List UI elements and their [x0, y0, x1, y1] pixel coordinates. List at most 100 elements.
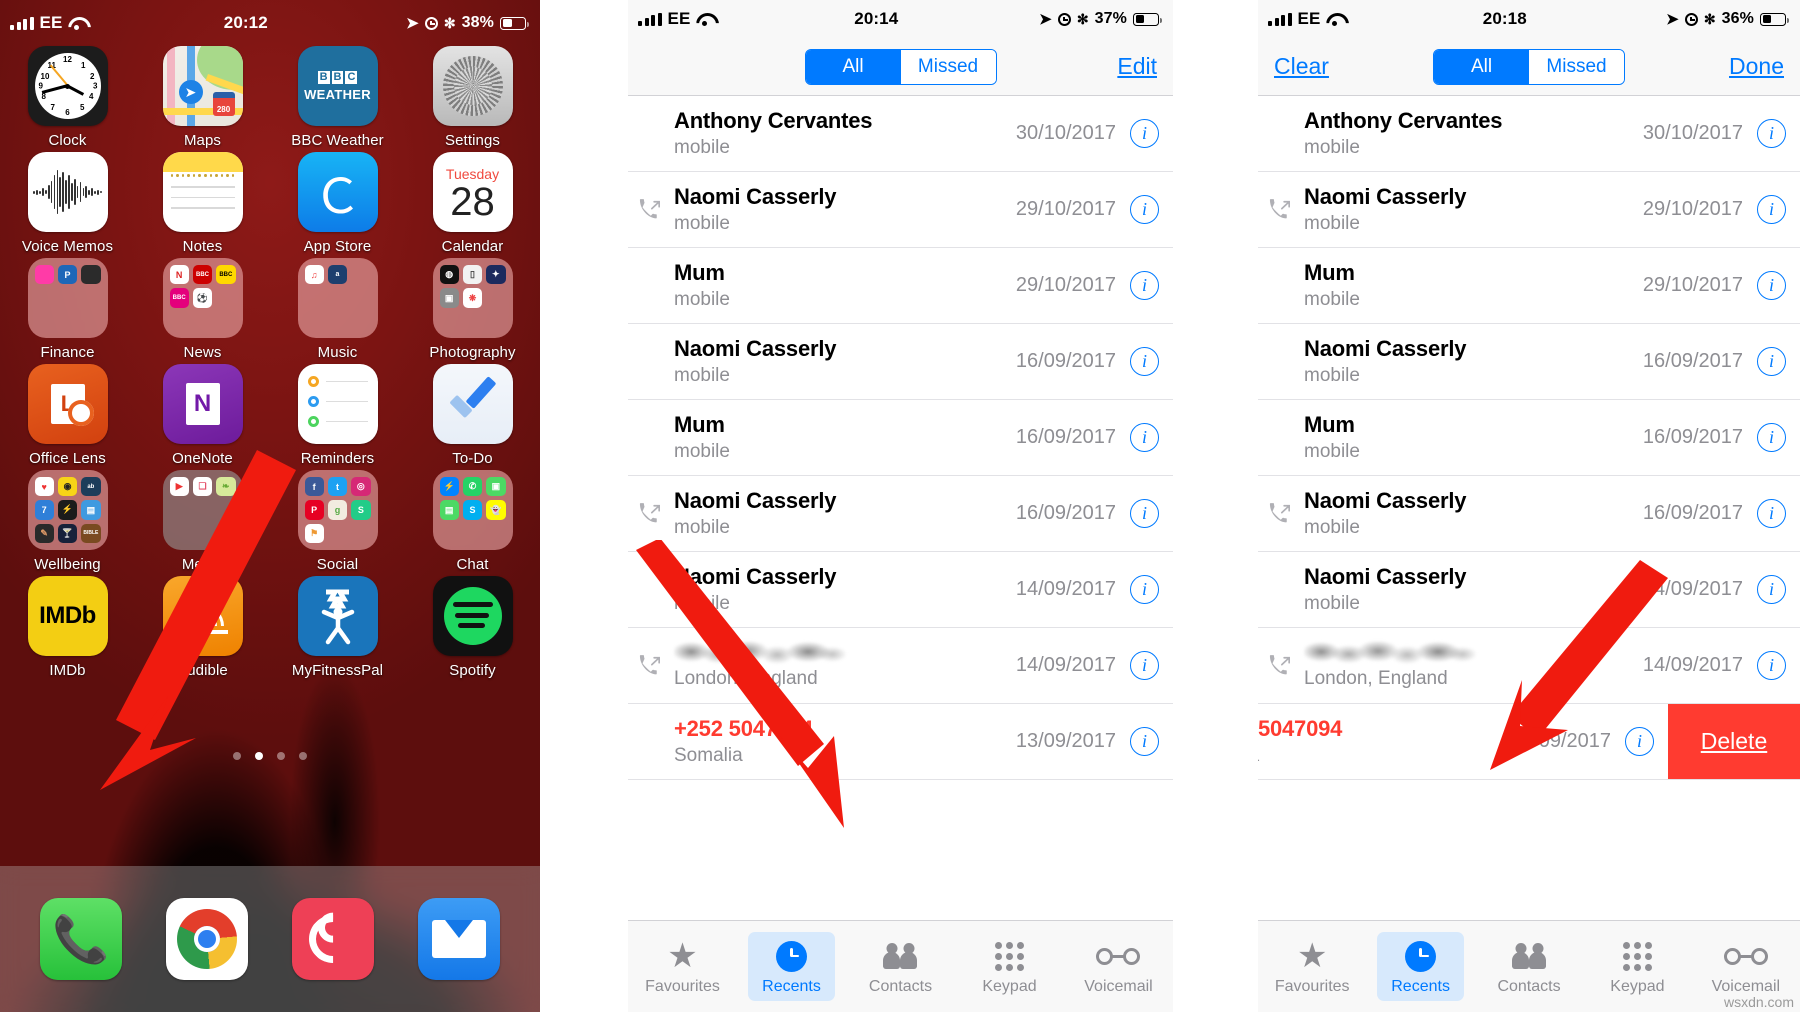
page-dot-active[interactable] — [255, 752, 263, 760]
tab-recents[interactable]: Recents — [1366, 921, 1474, 1012]
tab-favourites[interactable]: ★ Favourites — [1258, 921, 1366, 1012]
table-row[interactable]: Naomi Casserly mobile 16/09/2017 i — [1258, 324, 1800, 400]
outgoing-call-icon — [639, 502, 660, 522]
tab-voicemail[interactable]: Voicemail — [1064, 921, 1173, 1012]
done-button[interactable]: Done — [1729, 53, 1784, 80]
table-row[interactable]: Mum mobile 29/10/2017 i — [628, 248, 1173, 324]
app-audible[interactable]: Audible — [135, 576, 270, 679]
table-row[interactable]: Naomi Casserly mobile 14/09/2017 i — [1258, 552, 1800, 628]
tab-contacts[interactable]: Contacts — [1475, 921, 1583, 1012]
info-icon[interactable]: i — [1757, 423, 1786, 452]
folder-music[interactable]: ♫ a Music — [270, 258, 405, 361]
phone-app-icon[interactable]: 📞 — [40, 898, 122, 980]
tab-recents[interactable]: Recents — [737, 921, 846, 1012]
app-voice-memos[interactable]: Voice Memos — [0, 152, 135, 255]
table-row[interactable]: Anthony Cervantes mobile 30/10/2017 i — [628, 96, 1173, 172]
call-date: 16/09/2017 — [1642, 350, 1743, 372]
app-maps[interactable]: ➤ 280 Maps — [135, 46, 270, 149]
info-icon[interactable]: i — [1130, 271, 1159, 300]
iphone-home-screen-panel: EE 20:12 ➤ ✻ 38% 12 3 6 9 1 2 4 5 7 8 10… — [0, 0, 540, 1012]
outgoing-call-icon — [1269, 654, 1290, 674]
info-icon[interactable]: i — [1130, 347, 1159, 376]
folder-media[interactable]: ▶ ❏ ❧ Media — [135, 470, 270, 573]
info-icon[interactable]: i — [1625, 727, 1654, 756]
app-clock[interactable]: 12 3 6 9 11 1 2 4 5 7 8 10 — [0, 46, 135, 149]
app-label: Calendar — [441, 238, 504, 255]
delete-button[interactable]: Delete — [1668, 704, 1800, 779]
folder-finance[interactable]: P Finance — [0, 258, 135, 361]
info-icon[interactable]: i — [1130, 195, 1159, 224]
tab-contacts[interactable]: Contacts — [846, 921, 955, 1012]
table-row[interactable]: Naomi Casserly mobile 16/09/2017 i — [628, 324, 1173, 400]
segment-all[interactable]: All — [805, 49, 901, 84]
table-row[interactable]: +252 5047094 Somalia 13/09/2017 i — [628, 704, 1173, 780]
table-row[interactable]: Anthony Cervantes mobile 30/10/2017 i — [1258, 96, 1800, 172]
info-icon[interactable]: i — [1130, 651, 1159, 680]
chrome-app-icon[interactable] — [166, 898, 248, 980]
tab-keypad[interactable]: Keypad — [955, 921, 1064, 1012]
table-row[interactable]: London, England 14/09/2017 i — [1258, 628, 1800, 704]
folder-photography[interactable]: ◍ ▯ ✦ ▣ ❋ Photography — [405, 258, 540, 361]
edit-button[interactable]: Edit — [1117, 53, 1157, 80]
info-icon[interactable]: i — [1757, 575, 1786, 604]
mail-app-icon[interactable] — [418, 898, 500, 980]
pocket-casts-app-icon[interactable] — [292, 898, 374, 980]
tab-keypad[interactable]: Keypad — [1583, 921, 1691, 1012]
table-row[interactable]: Mum mobile 16/09/2017 i — [628, 400, 1173, 476]
info-icon[interactable]: i — [1130, 499, 1159, 528]
app-label: Voice Memos — [21, 238, 114, 255]
app-settings[interactable]: Settings — [405, 46, 540, 149]
clear-button[interactable]: Clear — [1274, 53, 1329, 79]
info-icon[interactable]: i — [1130, 575, 1159, 604]
info-icon[interactable]: i — [1757, 499, 1786, 528]
info-icon[interactable]: i — [1757, 347, 1786, 376]
folder-social[interactable]: f t ◎ P g S ⚑ Social — [270, 470, 405, 573]
info-icon[interactable]: i — [1130, 727, 1159, 756]
caller-detail: mobile — [674, 441, 730, 462]
app-notes[interactable]: Notes — [135, 152, 270, 255]
folder-news[interactable]: N BBC BBC BBC ⚽ News — [135, 258, 270, 361]
info-icon[interactable]: i — [1130, 423, 1159, 452]
app-calendar[interactable]: Tuesday 28 Calendar — [405, 152, 540, 255]
folder-wellbeing[interactable]: ♥ ◉ ab 7 ⚡ ▤ ✎ 🍸 BIBLE Wellbeing — [0, 470, 135, 573]
info-icon[interactable]: i — [1757, 195, 1786, 224]
segment-missed[interactable]: Missed — [1529, 49, 1624, 84]
table-row[interactable]: Naomi Casserly mobile 29/10/2017 i — [628, 172, 1173, 248]
app-reminders[interactable]: Reminders — [270, 364, 405, 467]
segment-missed[interactable]: Missed — [900, 49, 996, 84]
table-row[interactable]: Naomi Casserly mobile 29/10/2017 i — [1258, 172, 1800, 248]
table-row[interactable]: Mum mobile 16/09/2017 i — [1258, 400, 1800, 476]
info-icon[interactable]: i — [1757, 651, 1786, 680]
caller-name: Naomi Casserly — [674, 184, 837, 209]
table-row[interactable]: London, England 14/09/2017 i — [628, 628, 1173, 704]
call-date: 16/09/2017 — [1015, 426, 1116, 448]
call-filter-segmented-control[interactable]: All Missed — [804, 48, 997, 85]
app-spotify[interactable]: Spotify — [405, 576, 540, 679]
segment-all[interactable]: All — [1434, 49, 1529, 84]
call-filter-segmented-control[interactable]: All Missed — [1433, 48, 1625, 85]
info-icon[interactable]: i — [1130, 119, 1159, 148]
page-dot[interactable] — [277, 752, 285, 760]
caller-name: Naomi Casserly — [1304, 564, 1467, 589]
table-row[interactable]: Naomi Casserly mobile 16/09/2017 i — [1258, 476, 1800, 552]
app-bbc-weather[interactable]: BBC WEATHER BBC Weather — [270, 46, 405, 149]
app-to-do[interactable]: To-Do — [405, 364, 540, 467]
signal-bars-icon — [638, 12, 662, 26]
info-icon[interactable]: i — [1757, 119, 1786, 148]
table-row[interactable]: Naomi Casserly mobile 14/09/2017 i — [628, 552, 1173, 628]
info-icon[interactable]: i — [1757, 271, 1786, 300]
folder-chat[interactable]: ⚡ ✆ ▣ ▤ S 👻 Chat — [405, 470, 540, 573]
app-app-store[interactable]: Ｃ App Store — [270, 152, 405, 255]
table-row[interactable]: Naomi Casserly mobile 16/09/2017 i — [628, 476, 1173, 552]
page-dot[interactable] — [233, 752, 241, 760]
table-row-swiped[interactable]: 2 5047094 lia 13/09/2017 i Delete — [1258, 704, 1800, 780]
app-onenote[interactable]: N OneNote — [135, 364, 270, 467]
app-office-lens[interactable]: L Office Lens — [0, 364, 135, 467]
people-icon — [1512, 939, 1546, 973]
page-dot[interactable] — [299, 752, 307, 760]
tab-favourites[interactable]: ★ Favourites — [628, 921, 737, 1012]
tab-label: Contacts — [1497, 978, 1561, 995]
table-row[interactable]: Mum mobile 29/10/2017 i — [1258, 248, 1800, 324]
app-imdb[interactable]: IMDb IMDb — [0, 576, 135, 679]
app-myfitnesspal[interactable]: MyFitnessPal — [270, 576, 405, 679]
